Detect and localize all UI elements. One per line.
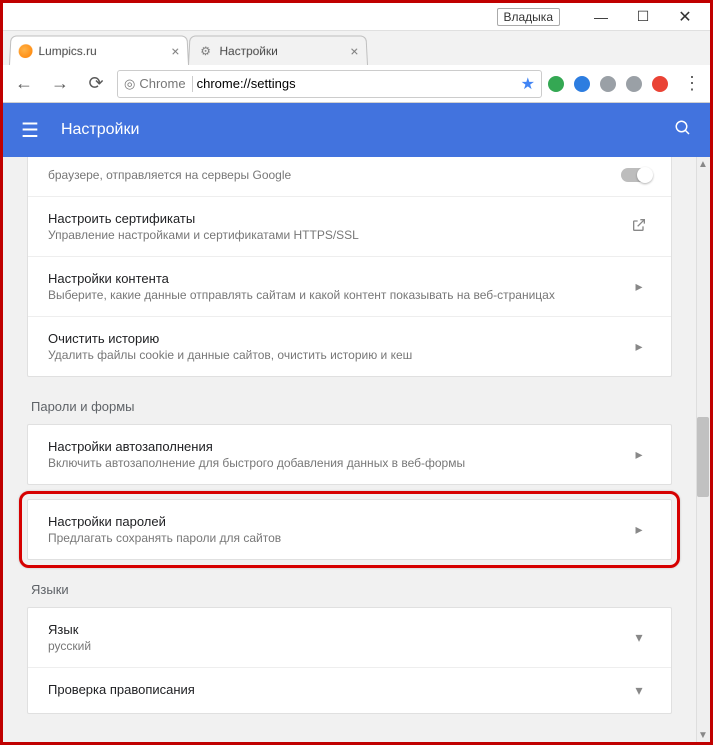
row-subtitle: русский: [48, 639, 627, 653]
chrome-badge-label: Chrome: [139, 76, 185, 91]
window-titlebar: Владыка — ☐ ✕: [3, 3, 710, 31]
row-title: Проверка правописания: [48, 682, 627, 697]
tab-settings[interactable]: ⚙ Настройки ×: [188, 36, 368, 65]
extension-icon[interactable]: [652, 76, 668, 92]
extension-icon[interactable]: [548, 76, 564, 92]
row-subtitle: Управление настройками и сертификатами H…: [48, 228, 627, 242]
close-icon[interactable]: ×: [350, 43, 359, 59]
chevron-down-icon: ▾: [627, 629, 651, 646]
windows-user-label: Владыка: [497, 8, 561, 26]
autofill-card: Настройки автозаполнения Включить автоза…: [27, 424, 672, 485]
tab-label: Lumpics.ru: [38, 44, 96, 58]
reload-button[interactable]: ⟳: [81, 69, 111, 99]
settings-row-spellcheck[interactable]: Проверка правописания ▾: [28, 668, 671, 713]
tab-lumpics[interactable]: Lumpics.ru ×: [9, 36, 189, 65]
row-subtitle: Предлагать сохранять пароли для сайтов: [48, 531, 627, 545]
languages-card: Язык русский ▾ Проверка правописания ▾: [27, 607, 672, 714]
privacy-card: браузере, отправляется на серверы Google…: [27, 157, 672, 377]
row-subtitle: Удалить файлы cookie и данные сайтов, оч…: [48, 348, 627, 362]
tab-label: Настройки: [219, 44, 278, 58]
chevron-down-icon: ▾: [627, 682, 651, 699]
row-subtitle: браузере, отправляется на серверы Google: [48, 168, 621, 182]
settings-row-passwords[interactable]: Настройки паролей Предлагать сохранять п…: [28, 500, 671, 559]
window-minimize-button[interactable]: —: [580, 3, 622, 30]
row-title: Очистить историю: [48, 331, 627, 346]
passwords-card-highlighted: Настройки паролей Предлагать сохранять п…: [27, 499, 672, 560]
settings-row-content[interactable]: Настройки контента Выберите, какие данны…: [28, 257, 671, 317]
section-languages-label: Языки: [27, 582, 672, 607]
gear-favicon-icon: ⚙: [197, 43, 214, 59]
chrome-icon: ◎: [124, 76, 135, 92]
external-link-icon: [627, 217, 651, 236]
settings-row-certificates[interactable]: Настроить сертификаты Управление настрой…: [28, 197, 671, 257]
chevron-right-icon: ▸: [627, 521, 651, 538]
extension-icon[interactable]: [574, 76, 590, 92]
close-icon[interactable]: ×: [171, 43, 180, 59]
settings-header: ☰ Настройки: [3, 103, 710, 157]
chevron-right-icon: ▸: [627, 446, 651, 463]
settings-row-clear-history[interactable]: Очистить историю Удалить файлы cookie и …: [28, 317, 671, 376]
bookmark-star-icon[interactable]: ★: [521, 74, 535, 94]
row-subtitle: Включить автозаполнение для быстрого доб…: [48, 456, 627, 470]
row-title: Настроить сертификаты: [48, 211, 627, 226]
chrome-badge: ◎ Chrome: [124, 76, 193, 92]
window-maximize-button[interactable]: ☐: [622, 3, 664, 30]
search-icon[interactable]: [674, 119, 692, 142]
window-close-button[interactable]: ✕: [664, 3, 706, 30]
row-subtitle: Выберите, какие данные отправлять сайтам…: [48, 288, 627, 302]
row-title: Настройки автозаполнения: [48, 439, 627, 454]
row-title: Настройки контента: [48, 271, 627, 286]
row-title: Язык: [48, 622, 627, 637]
scrollbar[interactable]: ▲ ▼: [696, 157, 710, 742]
section-passwords-label: Пароли и формы: [27, 399, 672, 424]
row-title: Настройки паролей: [48, 514, 627, 529]
omnibox-url: chrome://settings: [197, 76, 296, 91]
settings-content: ▲ ▼ браузере, отправляется на серверы Go…: [3, 157, 710, 742]
chevron-right-icon: ▸: [627, 278, 651, 295]
toggle-switch[interactable]: [621, 168, 651, 182]
page-title: Настройки: [61, 121, 652, 139]
toolbar: ← → ⟳ ◎ Chrome chrome://settings ★ ⋮: [3, 65, 710, 103]
settings-row-language[interactable]: Язык русский ▾: [28, 608, 671, 668]
back-button[interactable]: ←: [9, 69, 39, 99]
hamburger-icon[interactable]: ☰: [21, 118, 39, 143]
scroll-up-icon[interactable]: ▲: [698, 159, 708, 169]
extension-icon[interactable]: [600, 76, 616, 92]
omnibox[interactable]: ◎ Chrome chrome://settings ★: [117, 70, 542, 98]
orange-favicon-icon: [18, 44, 32, 58]
browser-menu-button[interactable]: ⋮: [680, 73, 704, 94]
forward-button[interactable]: →: [45, 69, 75, 99]
chevron-right-icon: ▸: [627, 338, 651, 355]
settings-row-autofill[interactable]: Настройки автозаполнения Включить автоза…: [28, 425, 671, 484]
extension-icon[interactable]: [626, 76, 642, 92]
scrollbar-thumb[interactable]: [697, 417, 709, 497]
extensions-area: [548, 76, 674, 92]
scroll-down-icon[interactable]: ▼: [698, 730, 708, 740]
settings-row-google-services[interactable]: браузере, отправляется на серверы Google: [28, 157, 671, 197]
tab-strip: Lumpics.ru × ⚙ Настройки ×: [3, 31, 710, 65]
